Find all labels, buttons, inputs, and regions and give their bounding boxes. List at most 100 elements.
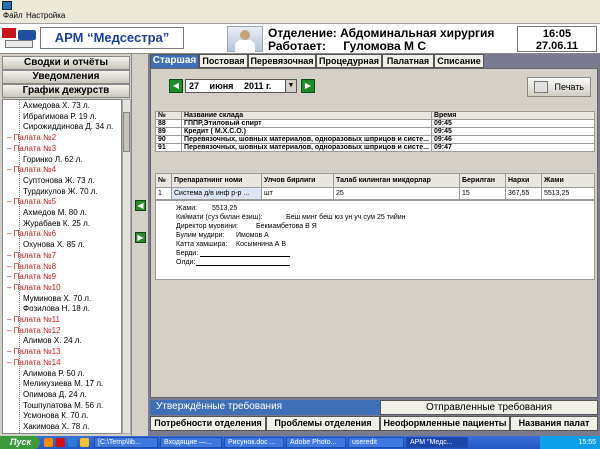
- patient-item[interactable]: Фозилова Н. 18 л.: [23, 303, 90, 314]
- ward-item[interactable]: – Палата №3: [7, 143, 56, 154]
- col-given: Берилган: [459, 173, 506, 188]
- move-right-arrow-icon[interactable]: ▶: [135, 232, 146, 243]
- tab-sent-requirements[interactable]: Отправленные требования: [380, 400, 598, 415]
- clinic-logo-icon: [2, 28, 36, 50]
- ward-item[interactable]: – Палата №14: [7, 357, 61, 368]
- app-header: АРМ “Медсестра” Отделение: Абдоминальная…: [0, 24, 600, 54]
- folder-icon[interactable]: [80, 438, 89, 447]
- patient-item[interactable]: Тошпулатова М. 56 л.: [23, 400, 103, 411]
- task-inbox[interactable]: Входящие —...: [160, 437, 222, 448]
- row-stock-name: Перевязочных, шовных материалов, однораз…: [181, 143, 432, 152]
- department-tabs: Потребности отделения Проблемы отделения…: [148, 416, 600, 432]
- ward-item[interactable]: – Палата №2: [7, 132, 56, 143]
- task-word-doc[interactable]: Рисунок.doc ...: [224, 437, 284, 448]
- gave-label: Берди:: [176, 250, 199, 257]
- task-temp-folder[interactable]: [C:\Temp\lib...: [94, 437, 158, 448]
- duty-schedule-button[interactable]: График дежурств: [2, 84, 130, 98]
- patient-item[interactable]: Ахмедова Х. 73 л.: [23, 100, 90, 111]
- tab-department-needs[interactable]: Потребности отделения: [150, 416, 266, 431]
- table-row[interactable]: 1 Система д/в инф р-р ... шт 25 15 367,5…: [155, 187, 595, 200]
- task-photoshop[interactable]: Adobe Photo...: [286, 437, 346, 448]
- tree-scrollbar[interactable]: [122, 99, 131, 434]
- tab-writeoff[interactable]: Списание: [434, 54, 484, 68]
- patient-item[interactable]: Ахмедов М. 80 л.: [23, 207, 87, 218]
- menu-settings[interactable]: Настройка: [26, 11, 65, 20]
- col-unit: Улчов бирлиги: [261, 173, 334, 188]
- task-useredit[interactable]: useredit: [348, 437, 404, 448]
- menu-file[interactable]: Файл: [3, 11, 23, 20]
- patient-item[interactable]: Алимов Х. 24 л.: [23, 335, 82, 346]
- tab-dressing[interactable]: Перевязочная: [248, 54, 316, 68]
- task-arm-nurse[interactable]: АРМ "Медс...: [406, 437, 468, 448]
- ward-item[interactable]: – Палата №13: [7, 346, 61, 357]
- move-left-arrow-icon[interactable]: ◀: [135, 200, 146, 211]
- patient-item[interactable]: Журабаев К. 25 л.: [23, 218, 90, 229]
- patient-item[interactable]: Хакимова Х. 78 л.: [23, 421, 89, 432]
- requirement-tabs: Утверждённые требования Отправленные тре…: [148, 400, 600, 416]
- date-dropdown-icon[interactable]: ▼: [285, 79, 297, 93]
- ward-item[interactable]: – Палата №5: [7, 196, 56, 207]
- patient-item[interactable]: Суптонова Ж. 73 л.: [23, 175, 95, 186]
- ward-item[interactable]: – Палата №6: [7, 228, 56, 239]
- date-year: 2011 г.: [243, 81, 272, 91]
- tab-approved-requirements[interactable]: Утверждённые требования: [150, 400, 380, 415]
- patient-item[interactable]: Горинко Л. 62 л.: [23, 154, 83, 165]
- row-number: 89: [155, 127, 182, 136]
- worker-label: Работает: Гуломова М С: [268, 39, 426, 53]
- table-row[interactable]: 88 ГППР,Этиловый спирт 09:45: [155, 119, 596, 128]
- stock-table: № Название склада Время 88 ГППР,Этиловый…: [155, 111, 596, 152]
- row-number: 90: [155, 135, 182, 144]
- tab-bar: Старшая Постовая Перевязочная Процедурна…: [148, 54, 600, 70]
- table-row[interactable]: 90 Перевязочных, шовных материалов, одно…: [155, 135, 596, 144]
- tab-procedure[interactable]: Процедурная: [316, 54, 382, 68]
- print-label: Печать: [554, 82, 584, 92]
- ward-tree: Ахмедова Х. 73 л. Ибрагимова Р. 19 л. Сиро…: [2, 99, 122, 434]
- notifications-button[interactable]: Уведомления: [2, 70, 130, 84]
- prev-date-button[interactable]: ◀: [169, 79, 183, 93]
- col-time: Время: [430, 111, 596, 120]
- sidebar: Сводки и отчёты Уведомления График дежур…: [0, 54, 132, 436]
- date-month: июня: [209, 81, 234, 91]
- row-unit: шт: [261, 187, 334, 200]
- patient-item[interactable]: Турдикулов Ж. 70 л.: [23, 186, 98, 197]
- tab-ward[interactable]: Палатная: [382, 54, 434, 68]
- tab-ward-names[interactable]: Названия палат: [510, 416, 598, 431]
- patient-item[interactable]: Усмонова К. 70 л.: [23, 410, 88, 421]
- patient-item[interactable]: Меликузиева М. 17 л.: [23, 378, 103, 389]
- ward-item[interactable]: – Палата №12: [7, 325, 61, 336]
- row-stock-name: Кредит ( М.Х.С.О.): [181, 127, 432, 136]
- reports-button[interactable]: Сводки и отчёты: [2, 56, 130, 70]
- row-time: 09:46: [430, 135, 596, 144]
- print-button[interactable]: Печать: [527, 77, 591, 97]
- ward-item[interactable]: – Палата №7: [7, 250, 56, 261]
- patient-item[interactable]: Алимова Р. 50 л.: [23, 368, 85, 379]
- table-row[interactable]: 89 Кредит ( М.Х.С.О.) 09:45: [155, 127, 596, 136]
- patient-item[interactable]: Охунова Х. 85 л.: [23, 239, 85, 250]
- ward-item[interactable]: – Палата №8: [7, 261, 56, 272]
- ward-item[interactable]: – Палата №9: [7, 271, 56, 282]
- firefox-icon[interactable]: [44, 438, 53, 447]
- ie-icon[interactable]: [68, 438, 77, 447]
- row-total: 5513,25: [541, 187, 595, 200]
- system-tray: 15:55: [540, 436, 600, 449]
- clock-date: 27.06.11: [535, 40, 579, 52]
- next-date-button[interactable]: ▶: [301, 79, 315, 93]
- tab-unregistered-patients[interactable]: Неоформленные пациенты: [380, 416, 510, 431]
- tab-department-problems[interactable]: Проблемы отделения: [266, 416, 380, 431]
- patient-item[interactable]: Ибрагимова Р. 19 л.: [23, 111, 97, 122]
- ward-item[interactable]: – Палата №10: [7, 282, 61, 293]
- worker-caption: Работает:: [268, 39, 326, 53]
- ward-item[interactable]: – Палата №11: [7, 314, 60, 325]
- patient-item[interactable]: Сирожиддинова Д. 34 л.: [23, 121, 113, 132]
- empty-area: [155, 280, 595, 390]
- table-row[interactable]: 91 Перевязочных, шовных материалов, одно…: [155, 143, 596, 152]
- patient-item[interactable]: Муминова Х. 70 л.: [23, 293, 91, 304]
- patient-item[interactable]: Опимова Д. 24 л.: [23, 389, 87, 400]
- ward-item[interactable]: – Палата №4: [7, 164, 56, 175]
- scroll-thumb[interactable]: [123, 112, 130, 152]
- opera-icon[interactable]: [56, 438, 65, 447]
- start-button[interactable]: Пуск: [0, 436, 40, 449]
- tab-post[interactable]: Постовая: [199, 54, 248, 68]
- table-header-row: № Препаратнинг номи Улчов бирлиги Талаб …: [155, 173, 595, 188]
- date-picker[interactable]: 27 июня 2011 г.: [185, 79, 297, 93]
